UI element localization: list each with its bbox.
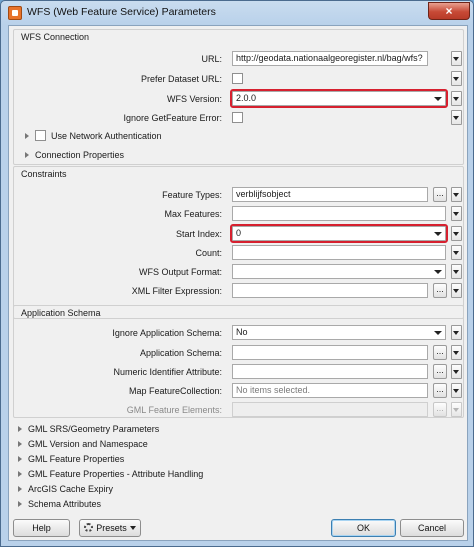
arcgis-cache-expiry-expander[interactable]: ArcGIS Cache Expiry (18, 484, 113, 494)
close-button[interactable]: × (428, 2, 470, 20)
wfs-output-format-label: WFS Output Format: (138, 267, 222, 277)
expand-triangle-icon (18, 471, 22, 477)
numeric-identifier-browse-button[interactable]: ... (433, 364, 447, 379)
expand-triangle-icon (18, 426, 22, 432)
group-label: GML Feature Properties - Attribute Handl… (28, 469, 204, 479)
ignore-app-schema-value: No (236, 327, 248, 337)
help-button[interactable]: Help (13, 519, 70, 537)
constraints-title: Constraints (21, 169, 67, 179)
start-index-highlight (230, 224, 448, 243)
numeric-identifier-label: Numeric Identifier Attribute: (113, 367, 222, 377)
presets-button[interactable]: Presets (79, 519, 141, 537)
max-features-input[interactable] (232, 206, 446, 221)
title-bar[interactable]: WFS (Web Feature Service) Parameters × (1, 1, 473, 25)
constraints-section: Constraints Feature Types: verblijfsobje… (13, 166, 464, 319)
app-schema-input[interactable] (232, 345, 428, 360)
gml-feature-properties-expander[interactable]: GML Feature Properties (18, 454, 124, 464)
prefer-dataset-url-label: Prefer Dataset URL: (140, 74, 222, 84)
connection-properties-expander[interactable]: Connection Properties (25, 150, 124, 160)
chevron-down-icon (129, 526, 136, 530)
ignore-app-schema-label: Ignore Application Schema: (112, 328, 222, 338)
feature-types-browse-button[interactable]: ... (433, 187, 447, 202)
gear-icon (84, 523, 94, 532)
gml-attribute-handling-expander[interactable]: GML Feature Properties - Attribute Handl… (18, 469, 203, 479)
numeric-identifier-input[interactable] (232, 364, 428, 379)
group-label: GML Version and Namespace (28, 439, 148, 449)
gml-feature-elements-dropdown (451, 402, 462, 417)
fme-app-icon (8, 6, 22, 20)
chevron-down-icon (434, 331, 442, 335)
application-schema-section: Application Schema Ignore Application Sc… (13, 305, 464, 418)
wfs-output-format-dropdown[interactable] (451, 264, 462, 279)
connection-properties-label: Connection Properties (35, 150, 125, 160)
ok-button[interactable]: OK (331, 519, 396, 537)
ignore-getfeature-error-checkbox[interactable] (232, 112, 243, 123)
dialog-client-area: WFS Connection URL: http://geodata.natio… (8, 25, 468, 541)
use-network-auth-checkbox[interactable] (35, 130, 46, 141)
count-input[interactable] (232, 245, 446, 260)
use-network-auth-expander[interactable]: Use Network Authentication (25, 130, 162, 141)
gml-version-namespace-expander[interactable]: GML Version and Namespace (18, 439, 148, 449)
xml-filter-expression-input[interactable] (232, 283, 428, 298)
use-network-auth-label: Use Network Authentication (51, 131, 162, 141)
wfs-output-format-select[interactable] (232, 264, 446, 279)
ignore-getfeature-error-label: Ignore GetFeature Error: (123, 113, 222, 123)
count-dropdown[interactable] (451, 245, 462, 260)
window-title: WFS (Web Feature Service) Parameters (27, 6, 216, 18)
feature-types-label: Feature Types: (162, 190, 222, 200)
xml-filter-dropdown[interactable] (451, 283, 462, 298)
app-schema-browse-button[interactable]: ... (433, 345, 447, 360)
feature-types-dropdown[interactable] (451, 187, 462, 202)
app-schema-label: Application Schema: (139, 348, 222, 358)
map-feature-collection-input[interactable]: No items selected. (232, 383, 428, 398)
group-label: GML Feature Properties (28, 454, 125, 464)
count-label: Count: (195, 248, 222, 258)
gml-feature-elements-input (232, 402, 428, 417)
cancel-button[interactable]: Cancel (400, 519, 464, 537)
wfs-version-highlight (230, 89, 448, 108)
wfs-connection-section: WFS Connection URL: http://geodata.natio… (13, 29, 464, 165)
ignore-app-schema-select[interactable]: No (232, 325, 446, 340)
wfs-version-options-dropdown[interactable] (451, 91, 462, 106)
map-feature-collection-browse-button[interactable]: ... (433, 383, 447, 398)
gml-srs-geometry-expander[interactable]: GML SRS/Geometry Parameters (18, 424, 159, 434)
max-features-label: Max Features: (164, 209, 222, 219)
map-feature-collection-label: Map FeatureCollection: (128, 386, 222, 396)
presets-label: Presets (96, 523, 127, 533)
wfs-version-label: WFS Version: (166, 94, 222, 104)
ignore-getfeature-error-dropdown[interactable] (451, 110, 462, 125)
numeric-identifier-dropdown[interactable] (451, 364, 462, 379)
application-schema-title: Application Schema (21, 308, 101, 318)
prefer-dataset-url-dropdown[interactable] (451, 71, 462, 86)
url-input[interactable]: http://geodata.nationaalgeoregister.nl/b… (232, 51, 428, 66)
wfs-connection-title: WFS Connection (21, 32, 90, 42)
url-options-dropdown[interactable] (451, 51, 462, 66)
feature-types-input[interactable]: verblijfsobject (232, 187, 428, 202)
ignore-app-schema-dropdown[interactable] (451, 325, 462, 340)
expand-triangle-icon (18, 456, 22, 462)
expand-triangle-icon (18, 486, 22, 492)
dialog-window: WFS (Web Feature Service) Parameters × W… (0, 0, 474, 547)
xml-filter-browse-button[interactable]: ... (433, 283, 447, 298)
max-features-dropdown[interactable] (451, 206, 462, 221)
expand-triangle-icon (18, 441, 22, 447)
xml-filter-expression-label: XML Filter Expression: (131, 286, 222, 296)
group-label: ArcGIS Cache Expiry (28, 484, 114, 494)
start-index-label: Start Index: (175, 229, 222, 239)
chevron-down-icon (434, 270, 442, 274)
group-label: Schema Attributes (28, 499, 102, 509)
expand-triangle-icon (25, 133, 29, 139)
schema-attributes-expander[interactable]: Schema Attributes (18, 499, 101, 509)
expand-triangle-icon (25, 152, 29, 158)
start-index-options-dropdown[interactable] (451, 226, 462, 241)
gml-feature-elements-label: GML Feature Elements: (126, 405, 222, 415)
url-label: URL: (201, 54, 222, 64)
group-label: GML SRS/Geometry Parameters (28, 424, 160, 434)
gml-feature-elements-browse-button: ... (433, 402, 447, 417)
app-schema-dropdown[interactable] (451, 345, 462, 360)
expand-triangle-icon (18, 501, 22, 507)
map-feature-collection-dropdown[interactable] (451, 383, 462, 398)
prefer-dataset-url-checkbox[interactable] (232, 73, 243, 84)
